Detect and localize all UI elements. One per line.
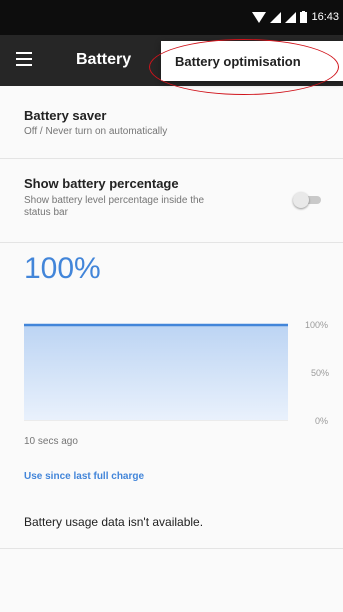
signal-icon-2: [285, 11, 297, 23]
menu-item-battery-optimisation[interactable]: Battery optimisation: [161, 54, 301, 69]
overflow-menu: Battery optimisation: [161, 41, 343, 81]
chart-tick-50: 50%: [311, 368, 330, 378]
battery-saver-item[interactable]: Battery saver Off / Never turn on automa…: [0, 86, 343, 159]
hamburger-menu-icon[interactable]: [16, 52, 32, 66]
battery-saver-title: Battery saver: [24, 108, 107, 123]
chart-time-label: 10 secs ago: [24, 436, 78, 447]
show-battery-percentage-title: Show battery percentage: [24, 176, 179, 191]
battery-history-chart: [24, 323, 288, 421]
chart-tick-0: 0%: [315, 416, 329, 426]
use-since-full-charge-link[interactable]: Use since last full charge: [24, 471, 144, 482]
summary-line-1: Show battery level percentage inside the: [24, 195, 205, 206]
status-time: 16:43: [311, 11, 339, 23]
battery-area-fill: [24, 325, 288, 420]
wifi-icon: [252, 11, 267, 23]
signal-icon: [270, 11, 282, 23]
toggle-thumb: [293, 192, 309, 208]
battery-usage-message: Battery usage data isn't available.: [24, 515, 204, 529]
bottom-divider: [0, 548, 343, 549]
status-bar: 16:43: [0, 0, 343, 35]
chart-tick-100: 100%: [305, 320, 329, 330]
show-battery-percentage-item[interactable]: Show battery percentage Show battery lev…: [0, 158, 343, 243]
summary-line-2: status bar: [24, 207, 68, 218]
battery-icon: [300, 11, 308, 23]
battery-percentage-toggle[interactable]: [293, 192, 321, 208]
show-battery-percentage-summary: Show battery level percentage inside the…: [24, 195, 204, 219]
page-title: Battery: [76, 51, 132, 68]
battery-level-percent: 100%: [24, 252, 101, 285]
status-icons: 16:43: [252, 10, 339, 24]
battery-saver-summary: Off / Never turn on automatically: [24, 126, 168, 137]
